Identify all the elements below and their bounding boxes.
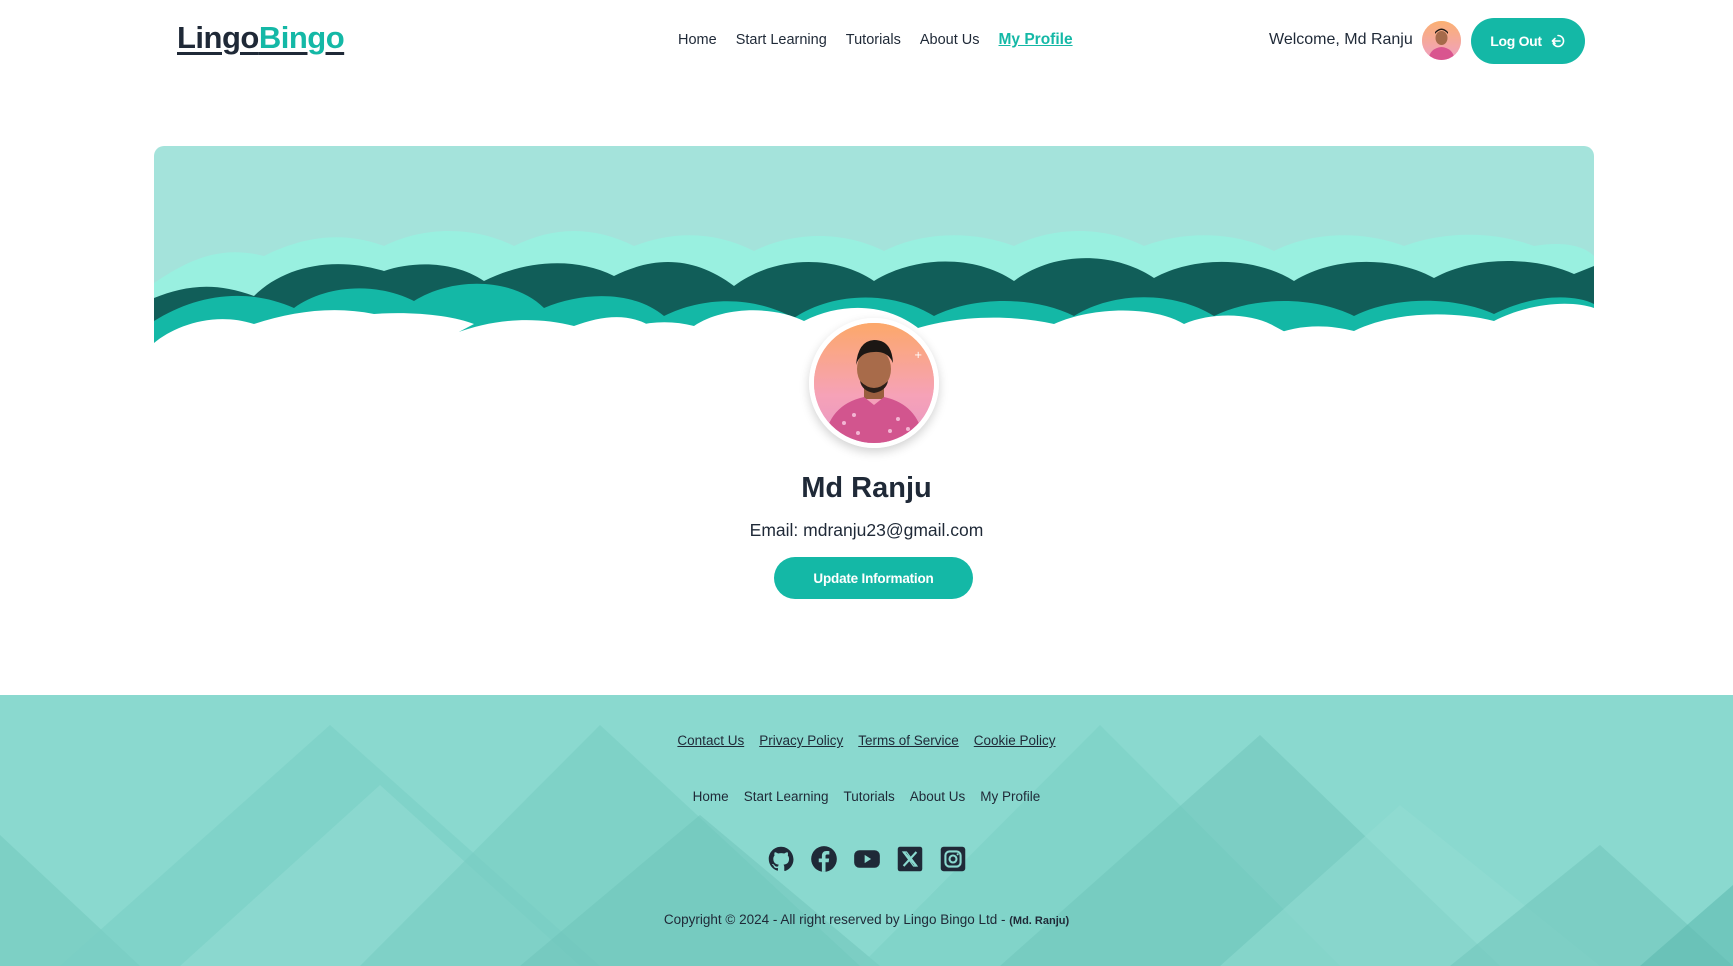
- profile-email: Email: mdranju23@gmail.com: [749, 520, 984, 540]
- footer-nav: Home Start Learning Tutorials About Us M…: [0, 789, 1733, 804]
- brand-logo-part2: Bingo: [258, 20, 345, 55]
- instagram-icon[interactable]: [939, 845, 967, 873]
- footer-policy-links: Contact Us Privacy Policy Terms of Servi…: [0, 733, 1733, 748]
- logout-button[interactable]: Log Out: [1471, 18, 1585, 64]
- nav-about-us[interactable]: About Us: [920, 32, 980, 49]
- svg-text:+: +: [914, 350, 922, 361]
- copyright-author: (Md. Ranju): [1009, 915, 1070, 927]
- footer-nav-tutorials[interactable]: Tutorials: [844, 789, 895, 804]
- footer-link-contact-us[interactable]: Contact Us: [677, 733, 744, 748]
- footer-link-privacy-policy[interactable]: Privacy Policy: [759, 733, 843, 748]
- brand-logo-part1: Lingo: [177, 20, 259, 55]
- user-avatar[interactable]: [1422, 21, 1461, 60]
- logout-label: Log Out: [1490, 33, 1542, 49]
- footer-nav-home[interactable]: Home: [693, 789, 729, 804]
- footer-nav-about-us[interactable]: About Us: [910, 789, 966, 804]
- youtube-icon[interactable]: [853, 845, 881, 873]
- facebook-icon[interactable]: [810, 845, 838, 873]
- nav-home[interactable]: Home: [678, 32, 717, 49]
- nav-start-learning[interactable]: Start Learning: [736, 32, 827, 49]
- brand-logo[interactable]: LingoBingo: [177, 20, 345, 56]
- footer-copyright: Copyright © 2024 - All right reserved by…: [0, 912, 1733, 927]
- update-information-button[interactable]: Update Information: [774, 557, 973, 599]
- logout-icon: [1550, 33, 1566, 49]
- github-icon[interactable]: [767, 845, 795, 873]
- copyright-text: Copyright © 2024 - All right reserved by…: [663, 912, 1010, 927]
- welcome-text: Welcome, Md Ranju: [1269, 31, 1413, 48]
- footer-nav-my-profile[interactable]: My Profile: [980, 789, 1040, 804]
- x-twitter-icon[interactable]: [896, 845, 924, 873]
- footer-link-terms-of-service[interactable]: Terms of Service: [858, 733, 959, 748]
- nav-my-profile[interactable]: My Profile: [999, 31, 1073, 49]
- profile-name: Md Ranju: [801, 472, 932, 504]
- main-nav: Home Start Learning Tutorials About Us M…: [678, 31, 1073, 49]
- footer-link-cookie-policy[interactable]: Cookie Policy: [974, 733, 1056, 748]
- profile-photo: +: [809, 318, 939, 448]
- footer-nav-start-learning[interactable]: Start Learning: [744, 789, 829, 804]
- nav-tutorials[interactable]: Tutorials: [846, 32, 901, 49]
- footer-social-icons: [0, 845, 1733, 873]
- site-footer: Contact Us Privacy Policy Terms of Servi…: [0, 695, 1733, 966]
- site-header: LingoBingo Home Start Learning Tutorials…: [0, 0, 1733, 84]
